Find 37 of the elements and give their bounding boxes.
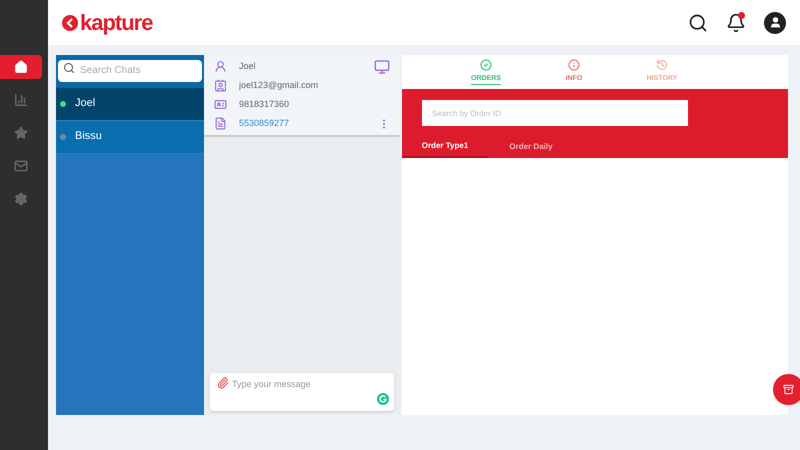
mail-icon xyxy=(14,159,28,173)
chat-item[interactable]: Bissu xyxy=(56,120,204,154)
chat-name: Bissu xyxy=(75,129,102,144)
floating-action-button[interactable] xyxy=(773,374,800,405)
info-icon xyxy=(568,59,580,72)
star-icon xyxy=(14,126,28,140)
grammar-icon xyxy=(377,393,389,405)
chat-name: Joel xyxy=(75,96,96,112)
paperclip-icon[interactable] xyxy=(217,377,229,389)
history-icon xyxy=(656,59,668,72)
document-icon xyxy=(214,117,227,130)
archive-icon xyxy=(783,384,794,395)
contact-card-icon xyxy=(214,79,227,92)
contact-detail: 5530859277 xyxy=(239,116,290,130)
home-icon xyxy=(14,60,28,74)
subtab[interactable]: Order Daily xyxy=(488,135,574,158)
logo-text: kapture xyxy=(80,12,152,34)
order-search-field[interactable]: Search by Order ID xyxy=(422,100,688,126)
bell-icon[interactable] xyxy=(726,12,746,32)
search-field[interactable]: Search Chats xyxy=(58,60,202,82)
check-circle-icon xyxy=(480,58,492,71)
logo-mark-icon xyxy=(62,14,78,30)
contact-detail: 9818317360 xyxy=(239,98,290,111)
message-field[interactable]: Type your message xyxy=(210,373,394,411)
nav-button[interactable] xyxy=(0,55,42,79)
avatar[interactable] xyxy=(764,12,786,34)
contact-card-icon xyxy=(214,98,227,111)
chat-item[interactable]: Joel xyxy=(56,88,204,120)
subtab[interactable]: Order Type1 xyxy=(402,135,488,158)
contact-detail: Joel xyxy=(239,60,256,73)
settings-icon xyxy=(14,192,28,206)
search-icon[interactable] xyxy=(688,12,708,32)
monitor-icon[interactable] xyxy=(374,58,390,74)
contact-detail: joel123@gmail.com xyxy=(239,78,318,92)
search-icon xyxy=(63,62,75,74)
chart-icon xyxy=(14,93,28,107)
person-icon xyxy=(214,60,227,73)
